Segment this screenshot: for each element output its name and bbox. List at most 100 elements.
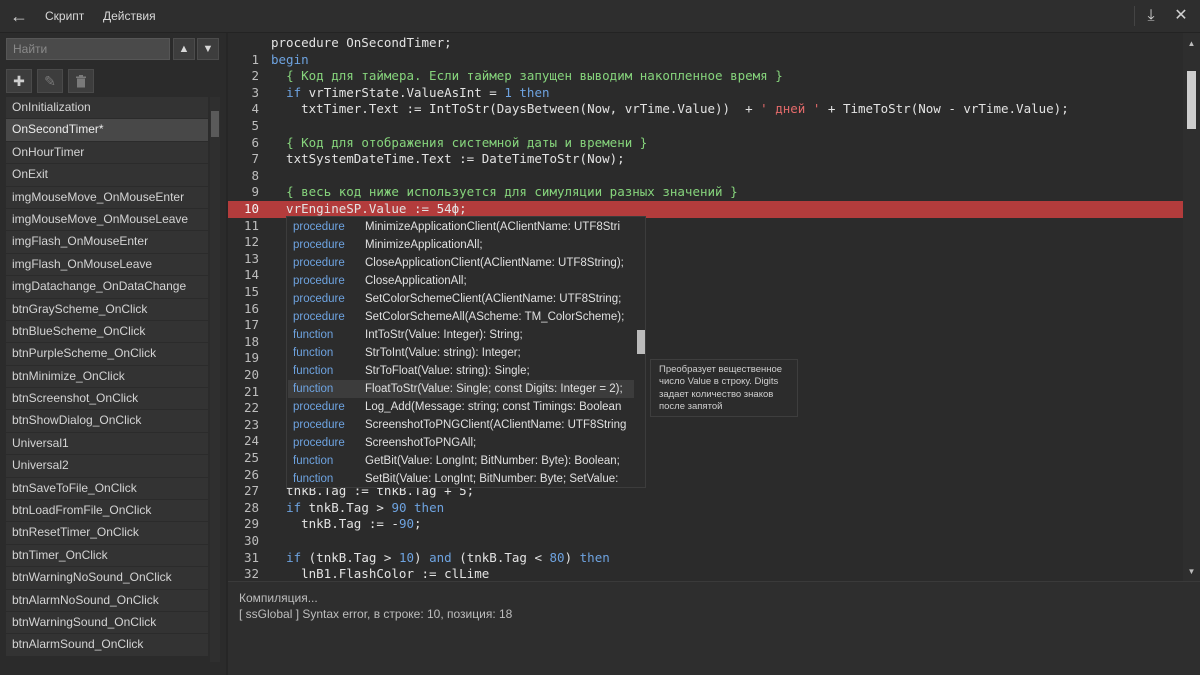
script-list-item[interactable]: btnGrayScheme_OnClick bbox=[6, 298, 208, 320]
autocomplete-item[interactable]: function IntToStr(Value: Integer): String… bbox=[288, 326, 634, 344]
script-list-item[interactable]: imgMouseMove_OnMouseLeave bbox=[6, 208, 208, 231]
script-list-item[interactable]: OnInitialization bbox=[6, 97, 208, 119]
script-list-item[interactable]: btnScreenshot_OnClick bbox=[6, 388, 208, 410]
line-number: 23 bbox=[243, 416, 259, 432]
code-token: ) bbox=[414, 549, 430, 565]
list-scrollbar-thumb[interactable] bbox=[211, 111, 219, 137]
code-line: 3 if vrTimerState.ValueAsInt = 1 then bbox=[228, 85, 1183, 102]
autocomplete-item[interactable]: procedure ScreenshotToPNGClient(AClientNa… bbox=[288, 416, 634, 434]
code-token: ' дней ' bbox=[760, 101, 821, 117]
script-list-item[interactable]: btnAlarmNoSound_OnClick bbox=[6, 589, 208, 611]
code-token: lnB1.FlashColor := clLime bbox=[271, 566, 490, 581]
autocomplete-item[interactable]: function SetBit(Value: LongInt; BitNumber… bbox=[288, 470, 634, 487]
script-list-item[interactable]: OnHourTimer bbox=[6, 141, 208, 164]
line-number: 10 bbox=[243, 201, 259, 216]
plus-icon: ✚ bbox=[13, 73, 25, 89]
back-arrow-icon[interactable]: ← bbox=[8, 6, 30, 26]
code-token: 90 bbox=[398, 516, 414, 532]
script-list-item[interactable]: btnBlueScheme_OnClick bbox=[6, 320, 208, 343]
autocomplete-kind: procedure bbox=[293, 221, 345, 233]
menu-actions[interactable]: Действия bbox=[103, 9, 156, 23]
autocomplete-scrollbar-thumb[interactable] bbox=[637, 330, 645, 354]
script-list-item[interactable]: imgFlash_OnMouseLeave bbox=[6, 253, 208, 276]
add-button[interactable]: ✚ bbox=[6, 69, 32, 93]
code-token: then bbox=[519, 84, 550, 100]
line-number: 1 bbox=[251, 51, 259, 67]
editor-scrollbar[interactable]: ▲ ▼ bbox=[1183, 33, 1200, 581]
code-token: 80 bbox=[549, 549, 565, 565]
autocomplete-item[interactable]: procedure CloseApplicationClient(AClientN… bbox=[288, 254, 634, 272]
script-list-item[interactable]: btnWarningNoSound_OnClick bbox=[6, 567, 208, 589]
script-list-item[interactable]: OnExit bbox=[6, 164, 208, 186]
menu-script[interactable]: Скрипт bbox=[45, 9, 84, 23]
search-next-button[interactable]: ▼ bbox=[197, 38, 219, 60]
autocomplete-item[interactable]: function StrToFloat(Value: string): Singl… bbox=[288, 362, 634, 380]
autocomplete-item[interactable]: procedure SetColorSchemeAll(AScheme: TM_C… bbox=[288, 308, 634, 326]
script-list-item[interactable]: Universal1 bbox=[6, 432, 208, 455]
autocomplete-kind: function bbox=[293, 347, 334, 359]
autocomplete-scrollbar[interactable] bbox=[636, 217, 645, 487]
script-list-item[interactable]: btnShowDialog_OnClick bbox=[6, 410, 208, 432]
script-list-item[interactable]: btnPurpleScheme_OnClick bbox=[6, 343, 208, 365]
autocomplete-item[interactable]: function FloatToStr(Value: Single; const … bbox=[288, 380, 634, 398]
code-token: (tnkB.Tag < bbox=[451, 549, 550, 565]
autocomplete-signature: GetBit(Value: LongInt; BitNumber: Byte):… bbox=[365, 455, 620, 467]
line-number: 21 bbox=[243, 383, 259, 399]
scroll-down-icon[interactable]: ▼ bbox=[1183, 565, 1200, 579]
pencil-icon: ✎ bbox=[44, 73, 56, 89]
script-list-item[interactable]: imgFlash_OnMouseEnter bbox=[6, 231, 208, 253]
line-number: 13 bbox=[243, 250, 259, 266]
code-token: ; bbox=[414, 516, 422, 532]
scroll-up-icon[interactable]: ▲ bbox=[1183, 37, 1200, 51]
script-list-panel: ▲ ▼ ✚ ✎ OnInitializationOnSecondTimer*On… bbox=[0, 33, 226, 675]
autocomplete-item[interactable]: procedure ScreenshotToPNGAll; bbox=[288, 434, 634, 452]
close-icon[interactable]: ✕ bbox=[1170, 5, 1192, 27]
code-line: 31 if (tnkB.Tag > 10) and (tnkB.Tag < 80… bbox=[228, 550, 1183, 567]
code-token: tnkB.Tag := - bbox=[271, 516, 399, 532]
download-icon[interactable]: ⤓ bbox=[1140, 5, 1162, 27]
script-list-item[interactable]: btnResetTimer_OnClick bbox=[6, 522, 208, 544]
script-list-item[interactable]: btnAlarmSound_OnClick bbox=[6, 634, 208, 656]
autocomplete-item[interactable]: procedure MinimizeApplicationAll; bbox=[288, 236, 634, 254]
trash-icon bbox=[76, 75, 86, 88]
code-text: if (tnkB.Tag > 10) and (tnkB.Tag < 80) t… bbox=[271, 550, 610, 567]
autocomplete-item[interactable]: function StrToInt(Value: string): Integer… bbox=[288, 344, 634, 362]
script-list-item[interactable]: btnLoadFromFile_OnClick bbox=[6, 500, 208, 522]
search-input[interactable] bbox=[6, 38, 170, 60]
autocomplete-signature: FloatToStr(Value: Single; const Digits: … bbox=[365, 383, 623, 395]
script-list-item[interactable]: btnSaveToFile_OnClick bbox=[6, 477, 208, 500]
script-list-item[interactable]: btnWarningSound_OnClick bbox=[6, 611, 208, 634]
autocomplete-item[interactable]: procedure SetColorSchemeClient(AClientNam… bbox=[288, 290, 634, 308]
autocomplete-signature: ScreenshotToPNGAll; bbox=[365, 437, 477, 449]
code-token: if bbox=[286, 549, 302, 565]
script-list-item[interactable]: btnTimer_OnClick bbox=[6, 544, 208, 567]
autocomplete-item[interactable]: procedure MinimizeApplicationClient(AClie… bbox=[288, 218, 634, 236]
script-list-item[interactable]: btnMinimize_OnClick bbox=[6, 365, 208, 388]
edit-button[interactable]: ✎ bbox=[37, 69, 63, 93]
line-number: 3 bbox=[251, 84, 259, 100]
autocomplete-kind: function bbox=[293, 473, 334, 485]
script-list-item[interactable]: imgMouseMove_OnMouseEnter bbox=[6, 186, 208, 208]
code-text: txtSystemDateTime.Text := DateTimeToStr(… bbox=[271, 151, 625, 168]
code-line: 29 tnkB.Tag := -90; bbox=[228, 516, 1183, 533]
code-token: if bbox=[286, 499, 302, 515]
editor-scrollbar-thumb[interactable] bbox=[1187, 71, 1196, 129]
line-number: 32 bbox=[243, 566, 259, 581]
line-number: 26 bbox=[243, 466, 259, 482]
delete-button[interactable] bbox=[68, 69, 94, 93]
code-token: then bbox=[579, 549, 610, 565]
list-scrollbar[interactable] bbox=[210, 97, 220, 662]
code-token: { весь код ниже используется для симуляц… bbox=[286, 184, 738, 200]
autocomplete-item[interactable]: procedure CloseApplicationAll; bbox=[288, 272, 634, 290]
autocomplete-item[interactable]: function GetBit(Value: LongInt; BitNumber… bbox=[288, 452, 634, 470]
code-line: 6 { Код для отображения системной даты и… bbox=[228, 135, 1183, 152]
autocomplete-item[interactable]: procedure Log_Add(Message: string; const … bbox=[288, 398, 634, 416]
search-prev-button[interactable]: ▲ bbox=[173, 38, 195, 60]
line-number: 14 bbox=[243, 267, 259, 283]
script-list-item[interactable]: imgDatachange_OnDataChange bbox=[6, 276, 208, 298]
script-list-item[interactable]: OnSecondTimer* bbox=[6, 119, 208, 141]
script-list-item[interactable]: Universal2 bbox=[6, 455, 208, 477]
line-number: 5 bbox=[251, 118, 259, 133]
